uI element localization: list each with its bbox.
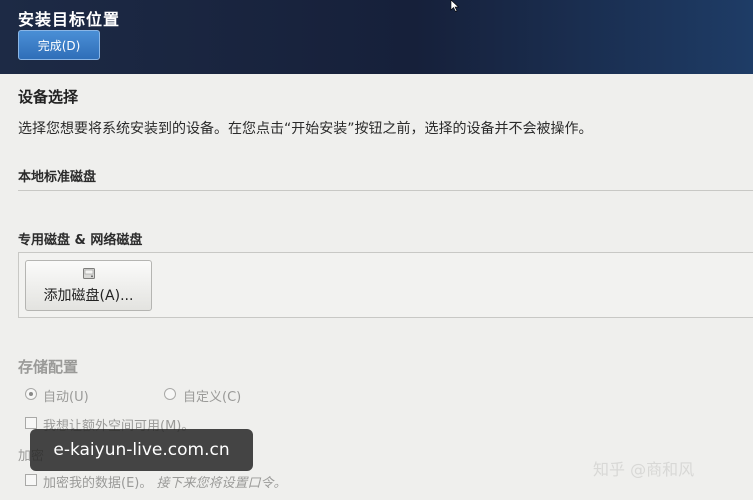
auto-radio[interactable]	[25, 388, 37, 400]
page-title: 安装目标位置	[18, 10, 121, 29]
radio-selected-dot	[29, 392, 33, 396]
encrypt-note: 接下来您将设置口令。	[156, 476, 287, 491]
storage-configuration-title: 存储配置	[18, 358, 79, 376]
encrypt-label-row[interactable]: 加密我的数据(E)。 接下来您将设置口令。	[43, 472, 287, 491]
site-watermark: e-kaiyun-live.com.cn	[30, 429, 253, 471]
specialized-network-disks-title: 专用磁盘 & 网络磁盘	[18, 233, 143, 248]
top-bar: 安装目标位置 完成(D)	[0, 0, 753, 74]
auto-radio-label[interactable]: 自动(U)	[43, 386, 89, 405]
encrypt-label[interactable]: 加密我的数据(E)。	[43, 476, 152, 491]
local-standard-disks-title: 本地标准磁盘	[18, 170, 97, 185]
device-selection-description: 选择您想要将系统安装到的设备。在您点击“开始安装”按钮之前，选择的设备并不会被操…	[18, 121, 593, 137]
custom-radio-label[interactable]: 自定义(C)	[183, 386, 241, 405]
local-disks-divider	[18, 190, 753, 191]
mouse-cursor-icon	[450, 0, 460, 12]
encrypt-checkbox[interactable]	[25, 474, 37, 486]
add-disk-label: 添加磁盘(A)...	[43, 288, 134, 304]
done-button[interactable]: 完成(D)	[18, 30, 100, 60]
add-disk-button[interactable]: 添加磁盘(A)...	[25, 260, 152, 311]
custom-radio[interactable]	[164, 388, 176, 400]
device-selection-title: 设备选择	[18, 88, 79, 106]
disk-icon	[83, 268, 95, 279]
source-watermark: 知乎 @商和风	[593, 460, 695, 479]
extra-space-checkbox[interactable]	[25, 417, 37, 429]
